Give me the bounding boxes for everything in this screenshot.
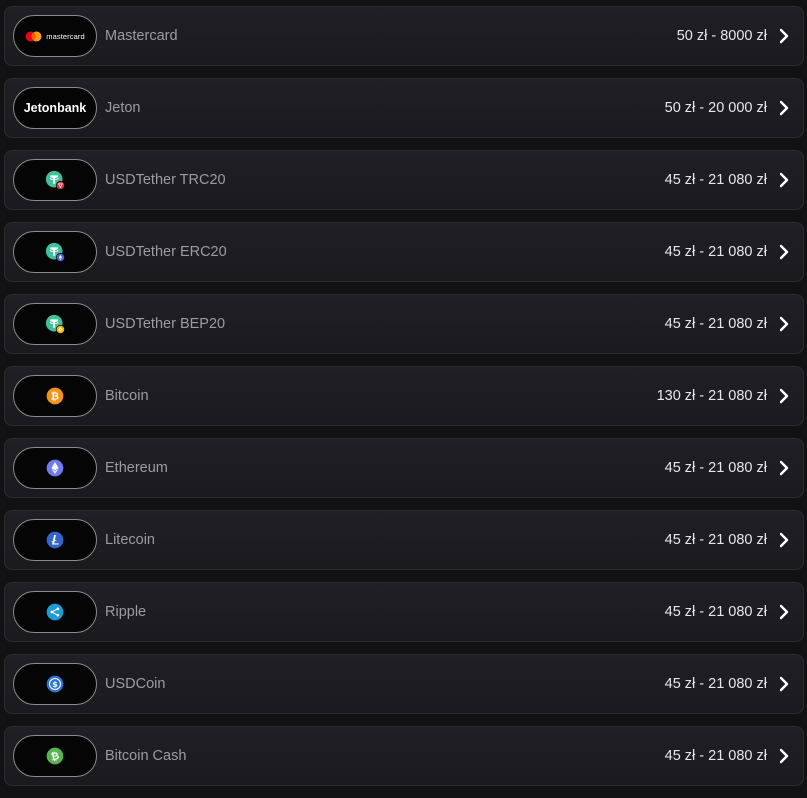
logo-pill bbox=[13, 159, 97, 201]
litecoin-icon bbox=[46, 531, 64, 549]
method-range: 45 zł - 21 080 zł bbox=[664, 532, 767, 548]
svg-text:₿: ₿ bbox=[51, 391, 59, 403]
chevron-right-icon bbox=[779, 244, 789, 260]
method-range: 45 zł - 21 080 zł bbox=[664, 172, 767, 188]
bitcoin-icon: ₿ bbox=[46, 387, 64, 405]
svg-text:$: $ bbox=[52, 680, 58, 689]
usdcoin-icon: $ bbox=[46, 675, 64, 693]
chevron-right-icon bbox=[779, 172, 789, 188]
logo-pill: $ bbox=[13, 663, 97, 705]
logo-pill bbox=[13, 231, 97, 273]
method-name: USDCoin bbox=[105, 676, 166, 692]
method-name: USDTether BEP20 bbox=[105, 316, 226, 332]
method-name: Ethereum bbox=[105, 460, 168, 476]
method-name: Mastercard bbox=[105, 28, 178, 44]
method-range: 50 zł - 8000 zł bbox=[676, 28, 767, 44]
mastercard-logo-text: mastercard bbox=[46, 31, 85, 41]
payment-method-usdtether-erc20[interactable]: USDTether ERC20 45 zł - 21 080 zł bbox=[4, 222, 804, 282]
method-name: USDTether ERC20 bbox=[105, 244, 227, 260]
method-name: Ripple bbox=[105, 604, 147, 620]
method-name: Bitcoin Cash bbox=[105, 748, 187, 764]
payment-method-bitcoin[interactable]: ₿ Bitcoin 130 zł - 21 080 zł bbox=[4, 366, 804, 426]
payment-method-usdtether-trc20[interactable]: USDTether TRC20 45 zł - 21 080 zł bbox=[4, 150, 804, 210]
method-range: 45 zł - 21 080 zł bbox=[664, 316, 767, 332]
chevron-right-icon bbox=[779, 748, 789, 764]
method-name: Litecoin bbox=[105, 532, 155, 548]
method-range: 45 zł - 21 080 zł bbox=[664, 676, 767, 692]
ripple-icon bbox=[46, 603, 64, 621]
logo-pill bbox=[13, 303, 97, 345]
ethereum-icon bbox=[46, 459, 64, 477]
chevron-right-icon bbox=[779, 100, 789, 116]
logo-pill bbox=[13, 447, 97, 489]
method-name: Bitcoin bbox=[105, 388, 149, 404]
logo-pill: ₿ bbox=[13, 735, 97, 777]
logo-pill bbox=[13, 519, 97, 561]
method-range: 50 zł - 20 000 zł bbox=[664, 100, 767, 116]
chevron-right-icon bbox=[779, 316, 789, 332]
method-name: Jeton bbox=[105, 100, 141, 116]
payment-method-litecoin[interactable]: Litecoin 45 zł - 21 080 zł bbox=[4, 510, 804, 570]
payment-method-bitcoin-cash[interactable]: ₿ Bitcoin Cash 45 zł - 21 080 zł bbox=[4, 726, 804, 786]
payment-method-mastercard[interactable]: mastercard Mastercard 50 zł - 8000 zł bbox=[4, 6, 804, 66]
chevron-right-icon bbox=[779, 532, 789, 548]
logo-pill: ₿ bbox=[13, 375, 97, 417]
payment-method-jeton[interactable]: Jetonbank Jeton 50 zł - 20 000 zł bbox=[4, 78, 804, 138]
method-range: 130 zł - 21 080 zł bbox=[656, 388, 767, 404]
method-range: 45 zł - 21 080 zł bbox=[664, 460, 767, 476]
method-range: 45 zł - 21 080 zł bbox=[664, 244, 767, 260]
chevron-right-icon bbox=[779, 676, 789, 692]
chevron-right-icon bbox=[779, 460, 789, 476]
tether-bep20-icon bbox=[45, 314, 65, 334]
tether-trc20-icon bbox=[45, 170, 65, 190]
method-name: USDTether TRC20 bbox=[105, 172, 226, 188]
logo-pill: mastercard bbox=[13, 15, 97, 57]
logo-pill bbox=[13, 591, 97, 633]
method-range: 45 zł - 21 080 zł bbox=[664, 604, 767, 620]
chevron-right-icon bbox=[779, 28, 789, 44]
logo-pill: Jetonbank bbox=[13, 87, 97, 129]
jetonbank-logo-text: Jetonbank bbox=[23, 101, 87, 115]
bitcoin-cash-icon: ₿ bbox=[46, 747, 64, 765]
mastercard-logo-icon bbox=[25, 31, 42, 41]
chevron-right-icon bbox=[779, 388, 789, 404]
payment-method-list: mastercard Mastercard 50 zł - 8000 zł Je… bbox=[4, 6, 804, 798]
payment-method-usdcoin[interactable]: $ USDCoin 45 zł - 21 080 zł bbox=[4, 654, 804, 714]
tether-erc20-icon bbox=[45, 242, 65, 262]
payment-method-usdtether-bep20[interactable]: USDTether BEP20 45 zł - 21 080 zł bbox=[4, 294, 804, 354]
payment-method-ethereum[interactable]: Ethereum 45 zł - 21 080 zł bbox=[4, 438, 804, 498]
payment-method-ripple[interactable]: Ripple 45 zł - 21 080 zł bbox=[4, 582, 804, 642]
chevron-right-icon bbox=[779, 604, 789, 620]
method-range: 45 zł - 21 080 zł bbox=[664, 748, 767, 764]
